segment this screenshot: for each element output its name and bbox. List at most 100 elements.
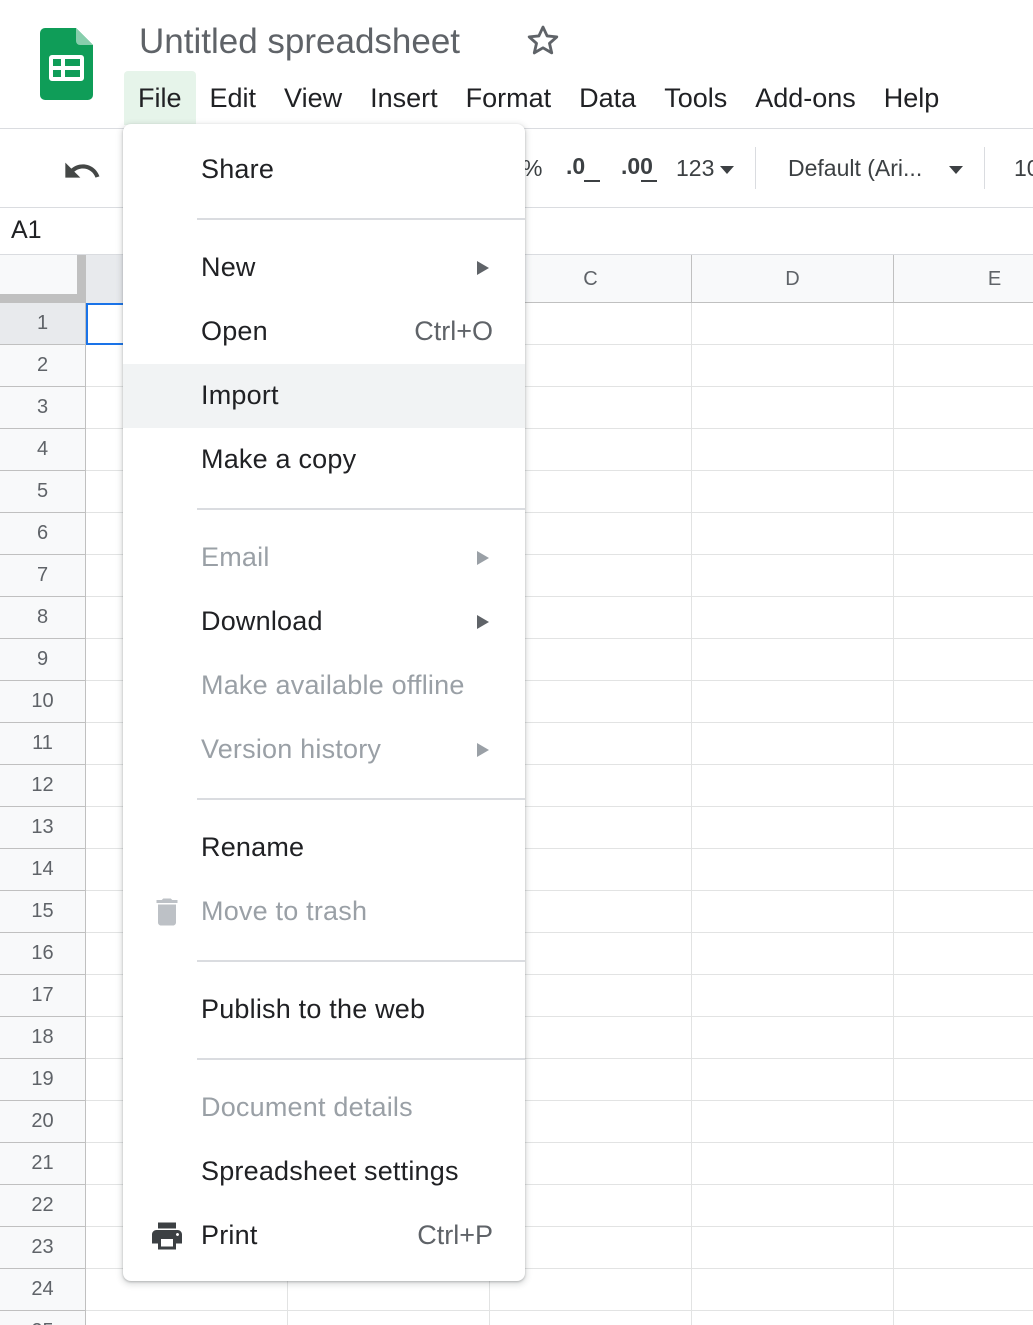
menu-item-publish[interactable]: Publish to the web (123, 978, 525, 1042)
menu-separator (197, 960, 525, 962)
menu-separator (197, 798, 525, 800)
row-header[interactable]: 17 (0, 975, 85, 1017)
menu-item-label: Open (201, 316, 268, 346)
row-header[interactable]: 7 (0, 555, 85, 597)
menu-item-label: Email (201, 542, 270, 572)
menu-item-move-to-trash[interactable]: Move to trash (123, 880, 525, 944)
star-icon[interactable] (524, 22, 562, 60)
menu-item-import[interactable]: Import (123, 364, 525, 428)
row-header[interactable]: 9 (0, 639, 85, 681)
menu-item-label: Make available offline (201, 670, 465, 700)
row-header[interactable]: 15 (0, 891, 85, 933)
menu-item-label: Spreadsheet settings (201, 1156, 459, 1186)
row-header[interactable]: 23 (0, 1227, 85, 1269)
menu-addons[interactable]: Add-ons (741, 71, 870, 125)
format-percent-button[interactable]: % (522, 155, 542, 182)
row-header[interactable]: 1 (0, 303, 85, 345)
row-header[interactable]: 16 (0, 933, 85, 975)
submenu-arrow-icon (477, 615, 489, 629)
submenu-arrow-icon (477, 551, 489, 565)
toolbar-divider (755, 147, 756, 189)
menu-item-label: Move to trash (201, 896, 368, 926)
menu-item-label: Print (201, 1220, 258, 1250)
increase-decimal-button[interactable]: .00 (621, 153, 653, 180)
row-header[interactable]: 21 (0, 1143, 85, 1185)
menu-item-new[interactable]: New (123, 236, 525, 300)
menu-item-spreadsheet-settings[interactable]: Spreadsheet settings (123, 1140, 525, 1204)
toolbar-divider (984, 147, 985, 189)
row-header[interactable]: 13 (0, 807, 85, 849)
menu-item-label: Publish to the web (201, 994, 426, 1024)
row-header[interactable]: 8 (0, 597, 85, 639)
menu-file[interactable]: File (124, 71, 196, 125)
chevron-down-icon (949, 166, 963, 174)
row-header[interactable]: 3 (0, 387, 85, 429)
row-header[interactable]: 25 (0, 1311, 85, 1325)
increase-decimal-arrow-icon (641, 180, 657, 182)
decrease-decimal-button[interactable]: .0 (566, 153, 585, 180)
row-header[interactable]: 19 (0, 1059, 85, 1101)
more-formats-button[interactable]: 123 (676, 155, 714, 182)
menu-edit[interactable]: Edit (196, 71, 271, 125)
menu-item-rename[interactable]: Rename (123, 816, 525, 880)
active-cell-A1[interactable] (86, 303, 126, 345)
menu-item-email[interactable]: Email (123, 526, 525, 590)
document-title[interactable]: Untitled spreadsheet (139, 22, 460, 62)
row-header[interactable]: 18 (0, 1017, 85, 1059)
sheets-logo-icon[interactable] (40, 28, 93, 100)
printer-icon (149, 1218, 185, 1254)
file-menu-dropdown: Share New Open Ctrl+O Import Make a copy… (123, 124, 525, 1281)
row-headers: 1 2 3 4 5 6 7 8 9 10 11 12 13 14 15 16 1… (0, 303, 86, 1325)
menu-item-version-history[interactable]: Version history (123, 718, 525, 782)
row-header[interactable]: 10 (0, 681, 85, 723)
menu-item-label: Version history (201, 734, 382, 764)
menu-bar: File Edit View Insert Format Data Tools … (124, 70, 953, 126)
row-header[interactable]: 14 (0, 849, 85, 891)
menu-separator (197, 508, 525, 510)
column-header[interactable]: D (692, 255, 894, 303)
row-header[interactable]: 20 (0, 1101, 85, 1143)
menu-view[interactable]: View (270, 71, 356, 125)
select-all-corner[interactable] (0, 255, 86, 303)
menu-item-label: Document details (201, 1092, 413, 1122)
row-header[interactable]: 24 (0, 1269, 85, 1311)
column-header[interactable]: E (894, 255, 1033, 303)
frozen-column-handle[interactable] (77, 255, 86, 303)
undo-icon[interactable] (62, 151, 102, 191)
shortcut-label: Ctrl+P (417, 1220, 493, 1250)
menu-item-document-details[interactable]: Document details (123, 1076, 525, 1140)
row-header[interactable]: 12 (0, 765, 85, 807)
menu-help[interactable]: Help (870, 71, 954, 125)
menu-item-share[interactable]: Share (123, 138, 525, 202)
menu-format[interactable]: Format (452, 71, 566, 125)
row-header[interactable]: 6 (0, 513, 85, 555)
row-header[interactable]: 5 (0, 471, 85, 513)
menu-item-open[interactable]: Open Ctrl+O (123, 300, 525, 364)
menu-item-label: Rename (201, 832, 305, 862)
menu-separator (197, 218, 525, 220)
row-header[interactable]: 11 (0, 723, 85, 765)
submenu-arrow-icon (477, 743, 489, 757)
row-header[interactable]: 2 (0, 345, 85, 387)
font-family-select[interactable]: Default (Ari... (788, 155, 922, 182)
menu-item-download[interactable]: Download (123, 590, 525, 654)
chevron-down-icon (720, 166, 734, 174)
menu-insert[interactable]: Insert (356, 71, 452, 125)
menu-item-make-copy[interactable]: Make a copy (123, 428, 525, 492)
menu-separator (197, 1058, 525, 1060)
submenu-arrow-icon (477, 261, 489, 275)
menu-item-label: Share (201, 154, 275, 184)
name-box[interactable]: A1 (11, 216, 42, 245)
trash-icon (149, 894, 185, 930)
menu-item-label: Download (201, 606, 323, 636)
menu-tools[interactable]: Tools (650, 71, 741, 125)
decrease-decimal-arrow-icon (584, 180, 600, 182)
menu-item-print[interactable]: Print Ctrl+P (123, 1204, 525, 1268)
row-header[interactable]: 22 (0, 1185, 85, 1227)
row-header[interactable]: 4 (0, 429, 85, 471)
frozen-row-handle[interactable] (0, 294, 86, 303)
shortcut-label: Ctrl+O (414, 316, 493, 346)
menu-data[interactable]: Data (565, 71, 650, 125)
menu-item-make-offline[interactable]: Make available offline (123, 654, 525, 718)
font-size-select[interactable]: 10 (1014, 155, 1033, 182)
